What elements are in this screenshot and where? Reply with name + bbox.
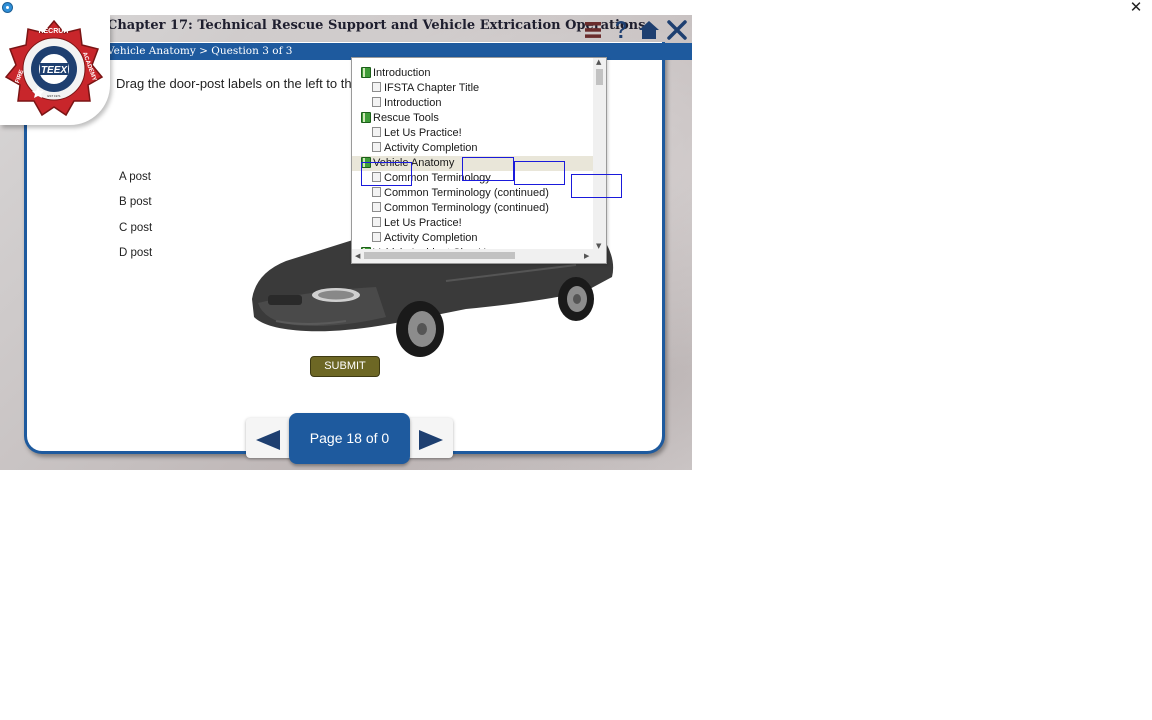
page-indicator: Page 18 of 0 — [289, 413, 410, 464]
toc-item-label: Introduction — [373, 67, 431, 79]
window-close-button[interactable]: ✕ — [1126, 0, 1146, 15]
toc-item-label: Common Terminology (continued) — [384, 187, 549, 199]
drag-label-c-post[interactable]: C post — [119, 222, 152, 234]
help-icon[interactable] — [610, 19, 632, 41]
toc-horizontal-scrollbar[interactable]: ◀ ▶ — [352, 249, 606, 263]
course-player: Chapter 17: Technical Rescue Support and… — [0, 15, 692, 470]
page-icon — [372, 142, 381, 152]
page-icon — [372, 127, 381, 137]
drag-label-b-post[interactable]: B post — [119, 196, 152, 208]
page-icon — [372, 187, 381, 197]
toc-item-label: Activity Completion — [384, 232, 478, 244]
drop-zone-1[interactable] — [361, 162, 412, 186]
drag-label-a-post[interactable]: A post — [119, 171, 151, 183]
toc-item-label: Activity Completion — [384, 142, 478, 154]
toc-page[interactable]: Let Us Practice! — [352, 216, 594, 231]
previous-page-icon[interactable] — [254, 429, 282, 451]
logo-center-text: TEEX — [41, 65, 68, 76]
toc-section[interactable]: Introduction — [352, 66, 594, 81]
toc-page[interactable]: Activity Completion — [352, 231, 594, 246]
book-icon — [361, 112, 371, 123]
toolbar — [582, 17, 688, 43]
toc-section[interactable]: Rescue Tools — [352, 111, 594, 126]
toc-item-label: Rescue Tools — [373, 112, 439, 124]
toc-page[interactable]: Introduction — [352, 96, 594, 111]
toc-list: Introduction IFSTA Chapter Title Introduct… — [352, 58, 594, 250]
toc-page[interactable]: Common Terminology (continued) — [352, 186, 594, 201]
page-icon — [372, 217, 381, 227]
toc-page[interactable]: IFSTA Chapter Title — [352, 81, 594, 96]
drag-label-d-post[interactable]: D post — [119, 247, 152, 259]
app-icon — [2, 2, 13, 13]
toc-page[interactable]: Activity Completion — [352, 141, 594, 156]
chapter-title: Chapter 17: Technical Rescue Support and… — [107, 18, 646, 33]
logo-badge: TEEX RECRUIT FIRE ACADEMY EST 1971 — [0, 15, 110, 125]
submit-button[interactable]: SUBMIT — [310, 356, 380, 377]
logo-bottom-text: EST 1971 — [47, 94, 61, 98]
toc-item-label: Let Us Practice! — [384, 127, 462, 139]
page-icon — [372, 82, 381, 92]
page-icon — [372, 97, 381, 107]
page-icon — [372, 232, 381, 242]
question-instruction: Drag the door-post labels on the left to… — [116, 76, 351, 91]
logo-top-text: RECRUIT — [38, 28, 70, 35]
toc-page[interactable]: Let Us Practice! — [352, 126, 594, 141]
toc-item-label: IFSTA Chapter Title — [384, 82, 480, 94]
next-page-icon[interactable] — [417, 429, 445, 451]
drop-zone-3[interactable] — [514, 161, 565, 185]
page-icon — [372, 202, 381, 212]
menu-icon[interactable] — [582, 19, 604, 41]
toc-item-label: Introduction — [384, 97, 442, 109]
toc-page[interactable]: Common Terminology (continued) — [352, 201, 594, 216]
home-icon[interactable] — [638, 19, 660, 41]
drop-zone-4[interactable] — [571, 174, 622, 198]
book-icon — [361, 67, 371, 78]
drop-zone-2[interactable] — [462, 157, 514, 181]
toc-item-label: Common Terminology (continued) — [384, 202, 549, 214]
close-icon[interactable] — [666, 19, 688, 41]
fire-academy-logo-icon: TEEX RECRUIT FIRE ACADEMY EST 1971 — [4, 19, 104, 117]
toc-item-label: Let Us Practice! — [384, 217, 462, 229]
toc-vertical-scrollbar[interactable]: ▲ ▼ — [593, 58, 606, 250]
